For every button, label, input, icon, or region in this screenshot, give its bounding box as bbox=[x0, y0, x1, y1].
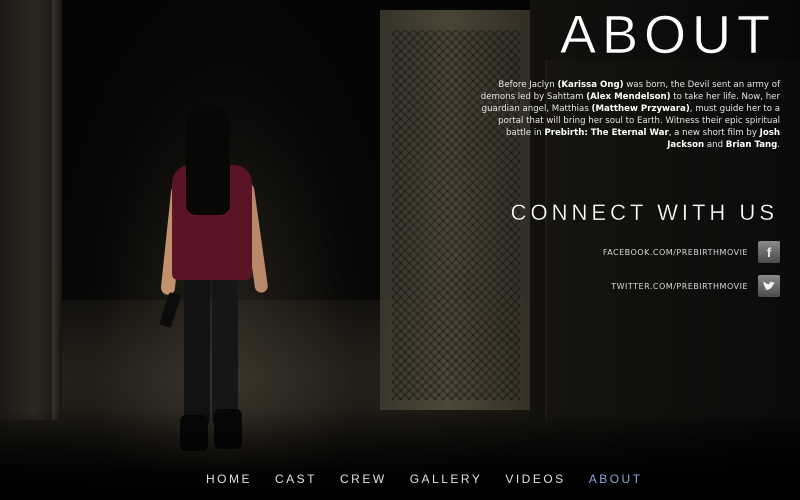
facebook-link[interactable]: FACEBOOK.COM/PREBIRTHMOVIE f bbox=[603, 241, 780, 263]
left-leg bbox=[184, 277, 210, 427]
facebook-icon[interactable]: f bbox=[758, 241, 780, 263]
bottom-fade bbox=[0, 410, 800, 500]
twitter-icon[interactable] bbox=[758, 275, 780, 297]
twitter-link[interactable]: TWITTER.COM/PREBIRTHMOVIE bbox=[611, 275, 780, 297]
synopsis-segment: . bbox=[777, 139, 780, 150]
synopsis-segment: and bbox=[704, 139, 726, 150]
synopsis-segment: , a new short film by bbox=[668, 127, 760, 138]
left-wall-edge bbox=[52, 0, 62, 420]
gun bbox=[159, 291, 181, 329]
synopsis-credit: (Matthew Przywara) bbox=[591, 103, 690, 114]
twitter-link-text[interactable]: TWITTER.COM/PREBIRTHMOVIE bbox=[611, 282, 748, 291]
nav-item-videos[interactable]: VIDEOS bbox=[505, 472, 565, 486]
nav-item-about[interactable]: ABOUT bbox=[589, 472, 643, 486]
about-title: ABOUT bbox=[559, 5, 776, 66]
hair bbox=[186, 105, 230, 215]
connect-title: CONNECT WITH US bbox=[510, 200, 778, 225]
nav-item-crew[interactable]: CREW bbox=[340, 472, 387, 486]
nav-item-gallery[interactable]: GALLERY bbox=[410, 472, 483, 486]
left-wall bbox=[0, 0, 58, 420]
girl-figure bbox=[159, 105, 270, 455]
nav-item-cast[interactable]: CAST bbox=[275, 472, 317, 486]
synopsis-credit: Brian Tang bbox=[725, 139, 778, 150]
synopsis-text: Before Jaclyn (Karissa Ong) was born, th… bbox=[480, 80, 780, 151]
synopsis-credit: Prebirth: The Eternal War bbox=[544, 127, 669, 138]
nav-item-home[interactable]: HOME bbox=[206, 472, 252, 486]
facebook-link-text[interactable]: FACEBOOK.COM/PREBIRTHMOVIE bbox=[603, 248, 748, 257]
main-nav: HOME CAST CREW GALLERY VIDEOS ABOUT bbox=[206, 472, 643, 486]
twitter-bird-glyph bbox=[763, 281, 775, 290]
synopsis-segment: Before Jaclyn bbox=[498, 80, 558, 90]
right-leg bbox=[212, 277, 238, 427]
synopsis-credit: (Karissa Ong) bbox=[557, 80, 624, 90]
synopsis-credit: (Alex Mendelson) bbox=[586, 91, 671, 102]
